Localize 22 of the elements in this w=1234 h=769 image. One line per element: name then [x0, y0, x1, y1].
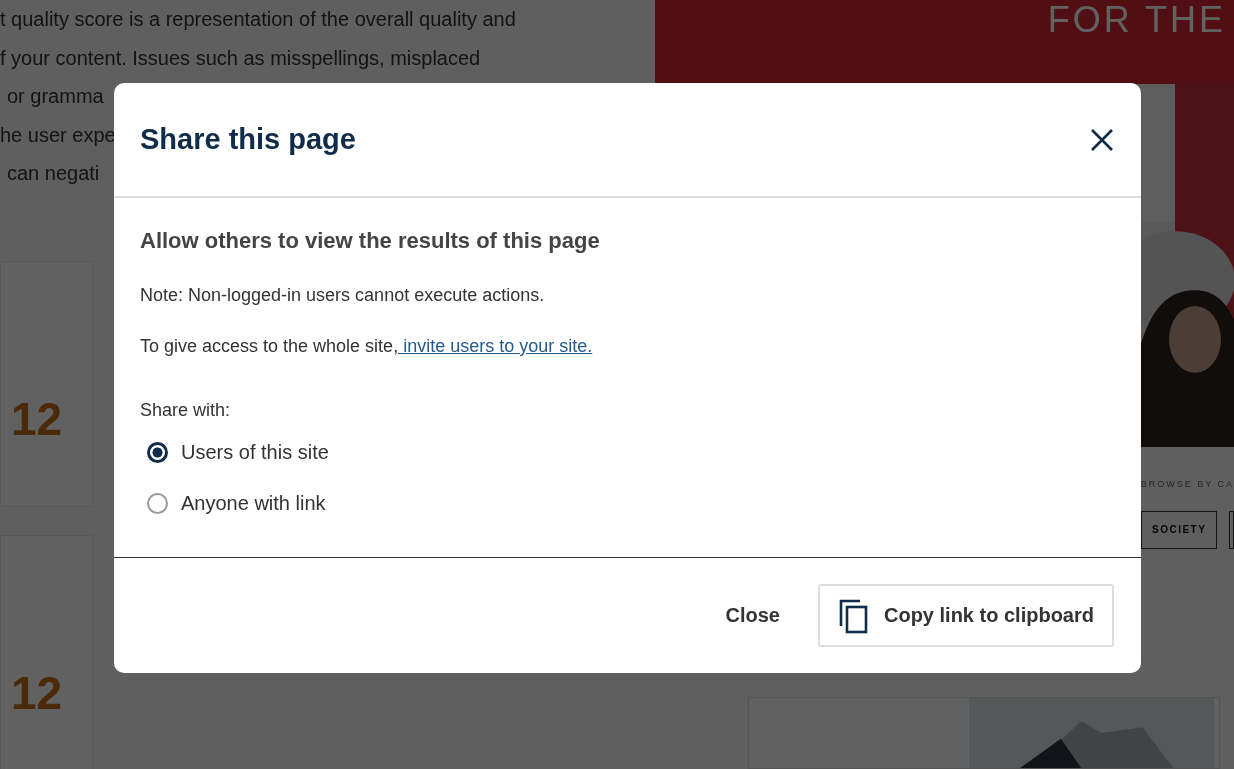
- dialog-title: Share this page: [140, 123, 356, 156]
- paragraph-line: can negati: [6, 161, 100, 186]
- paragraph-line: t quality score is a representation of the overall quality and: [0, 7, 516, 32]
- share-label: Share with:: [140, 400, 231, 421]
- close-button[interactable]: Close: [719, 603, 786, 628]
- paragraph-line: or gramma: [6, 84, 104, 109]
- radio-label[interactable]: Users of this site: [181, 441, 329, 464]
- paragraph-line: he user expe: [0, 122, 116, 148]
- copy-icon: [838, 597, 870, 634]
- banner-heading: FOR THE: [1047, 0, 1227, 40]
- paragraph-line: f your content. Issues such as misspellings, misplaced: [0, 45, 481, 71]
- access-text: To give access to the whole site, invite users to your site.: [140, 336, 593, 357]
- dialog-heading: Allow others to view the results of this page: [140, 228, 601, 254]
- radio-label[interactable]: Anyone with link: [181, 492, 326, 515]
- close-icon[interactable]: [1089, 126, 1115, 153]
- score-number: 12: [11, 665, 63, 720]
- note-text: Note: Non-logged-in users cannot execute actions.: [140, 285, 545, 306]
- radio-button[interactable]: [147, 493, 168, 514]
- invite-link[interactable]: invite users to your site.: [398, 336, 593, 356]
- score-number: 12: [11, 391, 63, 446]
- copy-link-button[interactable]: Copy link to clipboard: [818, 584, 1114, 647]
- radio-button[interactable]: [147, 442, 168, 463]
